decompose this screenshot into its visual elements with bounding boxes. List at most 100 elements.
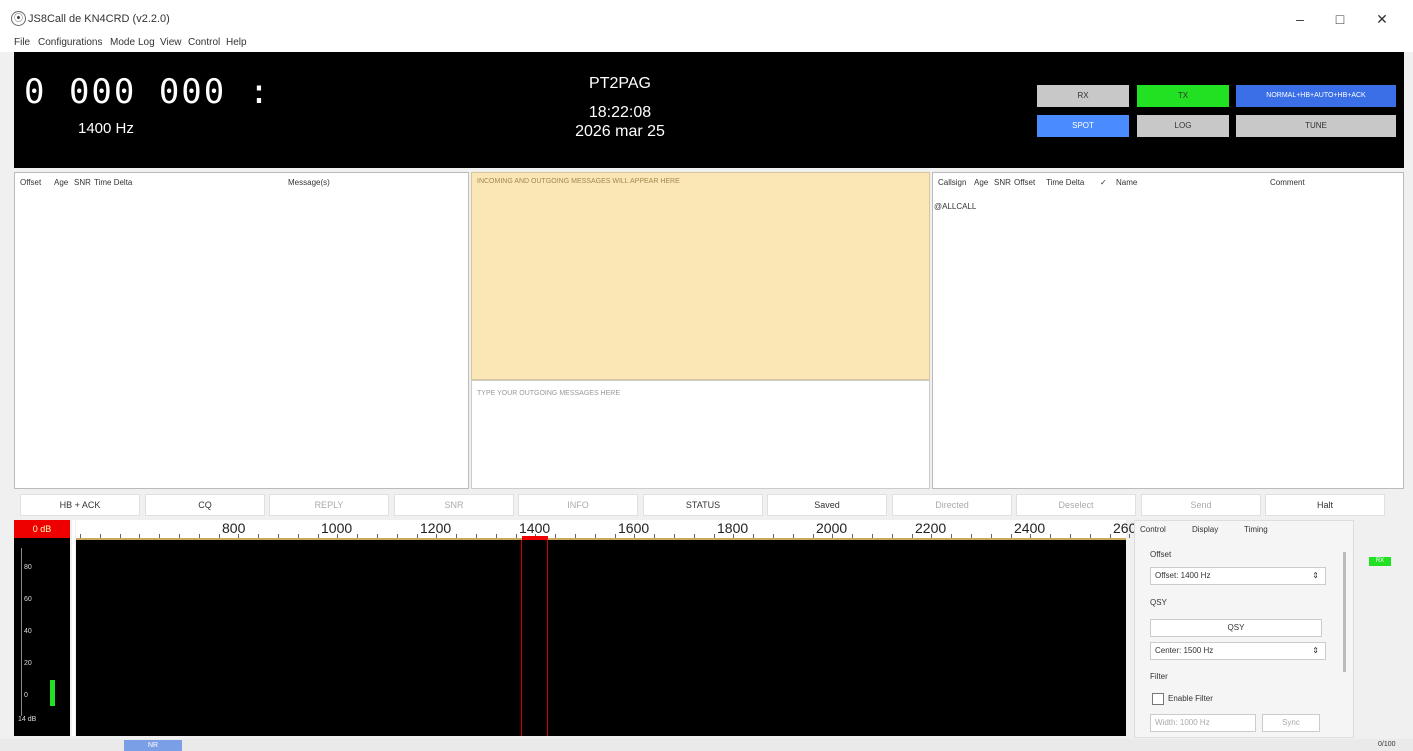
- menu-help[interactable]: Help: [226, 37, 247, 48]
- column-header[interactable]: Comment: [1270, 178, 1305, 187]
- column-header[interactable]: Offset: [20, 178, 41, 187]
- quick-button-snr[interactable]: SNR: [394, 494, 514, 516]
- ruler-minor-tick: [792, 534, 794, 538]
- minimize-button[interactable]: –: [1280, 8, 1320, 30]
- log-button[interactable]: LOG: [1137, 115, 1229, 137]
- check-column-header[interactable]: ✓: [1100, 178, 1107, 187]
- mode-flags-button[interactable]: NORMAL+HB+AUTO+HB+ACK: [1236, 85, 1396, 107]
- quick-button-halt[interactable]: Halt: [1265, 494, 1385, 516]
- rx-button[interactable]: RX: [1037, 85, 1129, 107]
- column-header[interactable]: Offset: [1014, 178, 1035, 187]
- tx-button[interactable]: TX: [1137, 85, 1229, 107]
- scale-tick-label: 80: [24, 564, 32, 571]
- ruler-minor-tick: [416, 534, 418, 538]
- ruler-minor-tick: [297, 534, 299, 538]
- ruler-minor-tick: [614, 534, 616, 538]
- ruler-minor-tick: [1109, 534, 1111, 538]
- ruler-minor-tick: [674, 534, 675, 538]
- waterfall-divider: [72, 520, 75, 736]
- ruler-minor-tick: [99, 534, 101, 538]
- audio-offset-display: 1400 Hz: [78, 120, 134, 137]
- app-logo-icon: ⦿: [11, 11, 26, 26]
- call-activity-table[interactable]: [932, 172, 1404, 489]
- waterfall-display[interactable]: [76, 540, 1126, 736]
- tab-timing[interactable]: Timing: [1244, 525, 1268, 534]
- offset-spinbox[interactable]: Offset: 1400 Hz ⇕: [1150, 567, 1326, 585]
- quick-button-directed[interactable]: Directed: [892, 494, 1012, 516]
- menu-file[interactable]: File: [14, 37, 30, 48]
- sync-button[interactable]: Sync: [1262, 714, 1320, 732]
- scale-axis: [21, 548, 22, 716]
- rx-meter: RX: [1369, 557, 1391, 566]
- quick-button-send[interactable]: Send: [1141, 494, 1261, 516]
- close-button[interactable]: ✕: [1362, 8, 1402, 30]
- spot-button[interactable]: SPOT: [1037, 115, 1129, 137]
- quick-button-hb-ack[interactable]: HB + ACK: [20, 494, 140, 516]
- message-history-placeholder: INCOMING AND OUTGOING MESSAGES WILL APPE…: [477, 178, 680, 185]
- menu-log[interactable]: Log: [138, 37, 155, 48]
- ruler-minor-tick: [852, 534, 854, 538]
- scale-tick-label: 60: [24, 596, 32, 603]
- tab-display[interactable]: Display: [1192, 525, 1218, 534]
- maximize-button[interactable]: □: [1320, 8, 1360, 30]
- tab-control[interactable]: Control: [1140, 525, 1166, 534]
- status-clock: 0/100: [1378, 741, 1396, 748]
- quick-button-saved[interactable]: Saved: [767, 494, 887, 516]
- quick-button-reply[interactable]: REPLY: [269, 494, 389, 516]
- offset-marker-right: [547, 540, 548, 736]
- dial-frequency[interactable]: 0 000 000 :: [24, 72, 271, 112]
- filter-group-label: Filter: [1150, 672, 1168, 681]
- ruler-minor-tick: [1129, 534, 1131, 538]
- signal-level-bar: [50, 680, 55, 706]
- call-row[interactable]: @ALLCALL: [934, 202, 976, 211]
- offset-marker[interactable]: [522, 536, 548, 540]
- filter-width-spinbox[interactable]: Width: 1000 Hz: [1150, 714, 1256, 732]
- menu-configurations[interactable]: Configurations: [38, 37, 102, 48]
- ruler-tick-label: 800: [222, 520, 246, 536]
- ruler-minor-tick: [832, 534, 834, 538]
- station-callsign: PT2PAG: [589, 75, 651, 92]
- quick-button-deselect[interactable]: Deselect: [1016, 494, 1136, 516]
- ruler-minor-tick: [436, 534, 438, 538]
- ruler-minor-tick: [990, 534, 992, 538]
- ruler-minor-tick: [891, 534, 893, 538]
- center-spinbox[interactable]: Center: 1500 Hz ⇕: [1150, 642, 1326, 660]
- enable-filter-label[interactable]: Enable Filter: [1168, 694, 1213, 703]
- column-header[interactable]: SNR: [74, 178, 91, 187]
- ruler-minor-tick: [931, 534, 933, 538]
- ruler-minor-tick: [456, 534, 458, 538]
- ruler-minor-tick: [555, 534, 557, 538]
- column-header[interactable]: Time Delta: [94, 178, 132, 187]
- column-header[interactable]: Age: [974, 178, 988, 187]
- tune-button[interactable]: TUNE: [1236, 115, 1396, 137]
- column-header[interactable]: SNR: [994, 178, 1011, 187]
- column-header[interactable]: Message(s): [288, 178, 330, 187]
- menu-control[interactable]: Control: [188, 37, 220, 48]
- ruler-minor-tick: [495, 534, 497, 538]
- quick-button-cq[interactable]: CQ: [145, 494, 265, 516]
- signal-scale-header: 0 dB: [14, 520, 70, 538]
- utc-date: 2026 mar 25: [575, 123, 665, 140]
- offset-value: Offset: 1400 Hz: [1155, 571, 1211, 580]
- quick-button-info[interactable]: INFO: [518, 494, 638, 516]
- spinbox-arrows-icon[interactable]: ⇕: [1312, 643, 1319, 659]
- ruler-minor-tick: [1089, 534, 1091, 538]
- column-header[interactable]: Name: [1116, 178, 1137, 187]
- panel-scrollbar[interactable]: [1343, 552, 1346, 672]
- ruler-minor-tick: [911, 534, 913, 538]
- menu-mode[interactable]: Mode: [110, 37, 135, 48]
- qsy-button[interactable]: QSY: [1150, 619, 1322, 637]
- column-header[interactable]: Callsign: [938, 178, 966, 187]
- ruler-minor-tick: [773, 534, 774, 538]
- band-activity-table[interactable]: [14, 172, 469, 489]
- quick-button-status[interactable]: STATUS: [643, 494, 763, 516]
- column-header[interactable]: Time Delta: [1046, 178, 1084, 187]
- center-value: Center: 1500 Hz: [1155, 646, 1214, 655]
- spinbox-arrows-icon[interactable]: ⇕: [1312, 568, 1319, 584]
- offset-marker-left: [521, 540, 522, 736]
- message-history-pane[interactable]: [471, 172, 930, 380]
- menu-view[interactable]: View: [160, 37, 182, 48]
- column-header[interactable]: Age: [54, 178, 68, 187]
- ruler-minor-tick: [238, 534, 240, 538]
- enable-filter-checkbox[interactable]: [1152, 693, 1164, 705]
